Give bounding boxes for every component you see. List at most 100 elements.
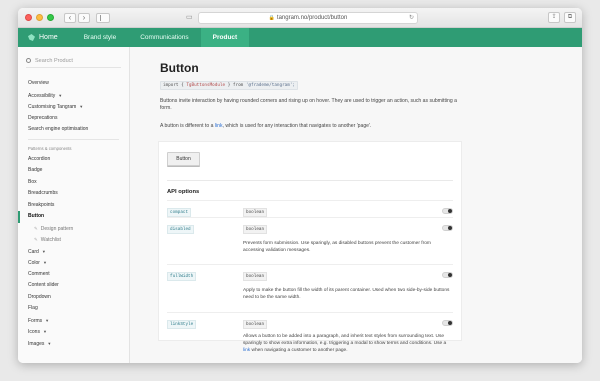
sidebar-group-label: Patterns & components	[28, 145, 72, 151]
wrench-icon: ✎	[34, 225, 38, 231]
code-keyword: from	[232, 83, 244, 88]
window-controls	[25, 14, 54, 21]
sidebar-item-accessibility[interactable]: Accessibility ▼	[18, 90, 129, 102]
sidebar-item-accordion[interactable]: Accordion	[18, 154, 129, 166]
toolbar-right: ⇪ ⧉	[548, 12, 576, 23]
search-icon	[26, 58, 31, 63]
api-option-type: boolean	[243, 208, 268, 217]
import-snippet: import { TgButtonsModule } from '@fradem…	[160, 81, 582, 90]
sidebar-item-button[interactable]: Button	[18, 211, 129, 223]
compact-toggle[interactable]	[442, 208, 453, 214]
chevron-down-icon: ▼	[41, 248, 46, 254]
sidebar-item-customising[interactable]: Customising Tangram ▼	[18, 101, 129, 113]
paragraph-text: , which is used for any interaction that…	[222, 122, 372, 129]
browser-window: ‹ › ▭ 🔒 tangram.no/product/button ↻ ⇪ ⧉ H…	[18, 8, 582, 363]
minimize-window-button[interactable]	[36, 14, 43, 21]
nav-brand-style[interactable]: Brand style	[72, 28, 129, 47]
example-card: Button API options compact boolean disab…	[158, 141, 462, 353]
sidebar-item-seo[interactable]: Search engine optimisation	[18, 124, 129, 136]
sidebar-item-label: Design pattern	[40, 225, 74, 232]
fullwidth-toggle[interactable]	[442, 272, 453, 278]
chevron-down-icon: ▼	[47, 340, 52, 346]
toggle-knob	[448, 321, 452, 325]
lock-icon: 🔒	[268, 15, 275, 21]
sidebar-item-breadcrumbs[interactable]: Breadcrumbs	[18, 188, 129, 200]
sidebar-item-comment[interactable]: Comment	[18, 269, 129, 281]
sidebar-item-label: Card	[28, 248, 39, 255]
api-option-type: boolean	[243, 272, 268, 281]
toggle-knob	[448, 273, 452, 277]
browser-titlebar: ‹ › ▭ 🔒 tangram.no/product/button ↻ ⇪ ⧉	[18, 8, 582, 28]
disabled-toggle[interactable]	[442, 225, 453, 231]
chevron-down-icon: ▼	[42, 329, 47, 334]
address-bar[interactable]: 🔒 tangram.no/product/button ↻	[198, 12, 418, 24]
share-icon[interactable]: ⇪	[548, 12, 560, 23]
reader-icon[interactable]: ▭	[186, 13, 193, 21]
linkstyle-toggle[interactable]	[442, 320, 453, 326]
link-paragraph: A button is different to a link, which i…	[160, 123, 460, 130]
api-option-type: boolean	[243, 225, 268, 234]
api-row-disabled: disabled boolean Prevents form submissio…	[167, 217, 453, 264]
code-keyword: import	[163, 83, 179, 88]
card-divider	[167, 180, 453, 181]
code-package: '@frademe/tangram';	[245, 83, 296, 88]
sidebar-item-label: Watchlist	[40, 237, 61, 243]
reload-icon[interactable]: ↻	[409, 13, 414, 23]
sidebar-item-card[interactable]: Card ▼	[18, 246, 129, 258]
nav-product[interactable]: Product	[200, 28, 250, 47]
search-placeholder: Search Product	[35, 57, 73, 64]
sidebar-item-deprecations[interactable]: Deprecations	[18, 113, 129, 125]
close-window-button[interactable]	[25, 14, 32, 21]
forward-button[interactable]: ›	[78, 12, 90, 23]
sidebar-item-label: Forms	[28, 317, 43, 324]
link-doc-link[interactable]: link	[215, 123, 223, 129]
sidebar-item-forms[interactable]: Forms ▼	[18, 315, 129, 327]
sidebar: Search Product Overview Accessibility ▼ C…	[18, 47, 130, 363]
sidebar-item-dropdown[interactable]: Dropdown	[18, 292, 129, 304]
api-options-heading: API options	[167, 189, 200, 195]
sidebar-item-label: Customising Tangram	[28, 104, 77, 110]
sidebar-item-overview[interactable]: Overview	[18, 78, 129, 90]
tangram-logo-icon	[28, 34, 35, 41]
toggle-knob	[448, 209, 452, 213]
history-buttons: ‹ ›	[64, 12, 90, 23]
wrench-icon: ✎	[34, 237, 38, 242]
sidebar-item-icons[interactable]: Icons ▼	[18, 326, 129, 338]
api-option-description: Allows a button to be added into a parag…	[243, 333, 453, 355]
back-button[interactable]: ‹	[64, 12, 76, 23]
sidebar-item-label: Color	[28, 260, 40, 266]
sidebar-item-box[interactable]: Box	[18, 177, 129, 189]
chevron-down-icon: ▼	[79, 104, 84, 109]
description-text: when navigating a customer to another pa…	[250, 348, 348, 354]
sidebar-item-label: Icons	[28, 329, 40, 335]
demo-button[interactable]: Button	[167, 152, 200, 166]
code-module: TgButtonsModule	[186, 83, 226, 88]
api-option-name: fullWidth	[167, 272, 197, 281]
api-row-fullwidth: fullWidth boolean Apply to make the butt…	[167, 264, 453, 312]
paragraph-text: A button is different to a	[160, 122, 215, 129]
sidebar-subitem-design-pattern[interactable]: ✎ Design pattern	[18, 223, 129, 235]
sidebar-item-breakpoints[interactable]: Breakpoints	[18, 200, 129, 212]
chevron-down-icon: ▼	[58, 92, 63, 98]
sidebar-divider	[28, 138, 119, 140]
sidebar-item-label: Images	[28, 340, 45, 347]
sidebar-item-badge[interactable]: Badge	[18, 165, 129, 177]
code-brace: {	[181, 83, 184, 88]
api-option-description: Prevents form submission. Use sparingly,…	[243, 241, 431, 254]
api-option-type: boolean	[243, 320, 268, 329]
sidebar-item-content-slider[interactable]: Content slider	[18, 280, 129, 292]
import-code: import { TgButtonsModule } from '@fradem…	[160, 81, 299, 90]
sidebar-toggle-button[interactable]	[96, 12, 110, 23]
sidebar-search[interactable]: Search Product	[26, 56, 121, 68]
sidebar-subitem-watchlist[interactable]: ✎ Watchlist	[18, 234, 129, 246]
zoom-window-button[interactable]	[47, 14, 54, 21]
sidebar-item-images[interactable]: Images ▼	[18, 338, 129, 350]
home-link[interactable]: Home	[28, 28, 58, 47]
sidebar-item-color[interactable]: Color ▼	[18, 257, 129, 269]
nav-communications[interactable]: Communications	[128, 28, 200, 47]
api-option-name: compact	[167, 208, 192, 217]
api-option-description: Apply to make the button fill the width …	[243, 288, 450, 301]
sidebar-item-flag[interactable]: Flag	[18, 303, 129, 315]
api-option-name: disabled	[167, 225, 194, 234]
tabs-icon[interactable]: ⧉	[564, 12, 576, 23]
